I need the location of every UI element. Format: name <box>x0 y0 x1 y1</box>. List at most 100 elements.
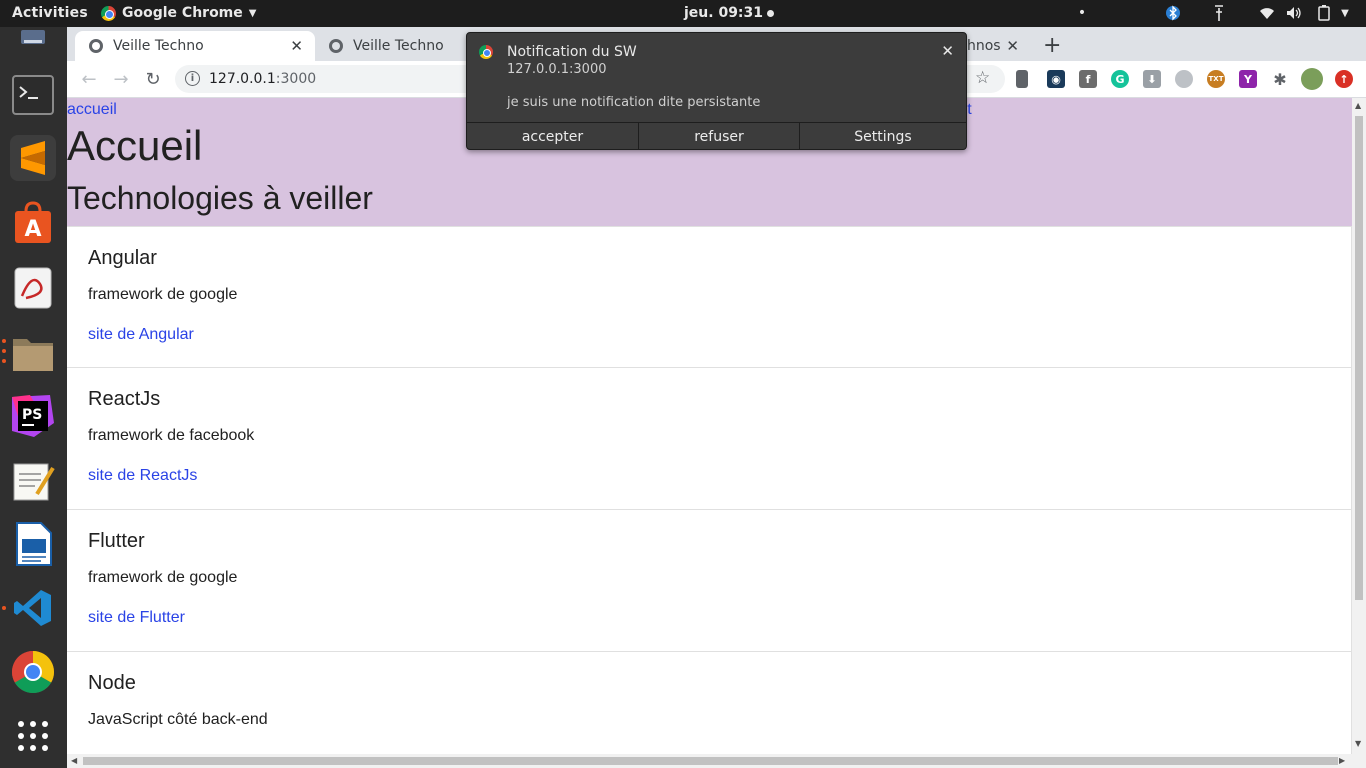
tech-card-list: Angular framework de google site de Angu… <box>67 226 1352 754</box>
refuse-button[interactable]: refuser <box>639 123 800 150</box>
network-antenna-icon[interactable] <box>1210 3 1228 23</box>
globe-icon <box>329 39 343 53</box>
running-indicator <box>2 606 6 610</box>
reload-button[interactable]: ↻ <box>141 67 165 91</box>
new-tab-button[interactable]: + <box>1043 33 1061 58</box>
files-icon[interactable] <box>10 330 56 376</box>
notification-actions: accepter refuser Settings <box>467 122 966 150</box>
app-grid-icon[interactable] <box>10 713 56 759</box>
wifi-icon[interactable] <box>1257 3 1277 23</box>
notification-origin: 127.0.0.1:3000 <box>507 62 607 77</box>
system-menu-chevron-icon[interactable]: ▼ <box>1338 3 1352 23</box>
svg-text:PS: PS <box>22 407 42 423</box>
close-icon[interactable]: ✕ <box>941 42 954 60</box>
card-link[interactable]: site de ReactJs <box>88 467 197 485</box>
clock[interactable]: jeu. 09:31 <box>684 5 775 21</box>
show-desktop-icon[interactable] <box>10 29 56 49</box>
extensions-puzzle-icon[interactable]: ✱ <box>1271 70 1289 89</box>
profile-avatar[interactable] <box>1301 68 1323 90</box>
running-indicator <box>2 359 6 363</box>
card-description: framework de facebook <box>88 427 255 444</box>
reading-list-icon[interactable] <box>1016 70 1028 88</box>
back-button[interactable]: ← <box>77 67 101 91</box>
page-title: Accueil <box>67 122 203 169</box>
text-extension-icon[interactable]: TXT <box>1207 70 1225 88</box>
notification-popup: Notification du SW 127.0.0.1:3000 je sui… <box>466 32 967 150</box>
volume-icon[interactable] <box>1284 3 1304 23</box>
card-title: Flutter <box>88 530 145 552</box>
battery-icon[interactable] <box>1314 3 1334 23</box>
scroll-left-arrow-icon[interactable]: ◀ <box>71 756 77 765</box>
chrome-icon[interactable] <box>10 649 56 695</box>
tab-label: hnos <box>967 38 1001 54</box>
ubuntu-dock: A PS <box>0 27 67 768</box>
download-extension-icon[interactable]: ⬇ <box>1143 70 1161 88</box>
tab-veille-techno-active[interactable]: Veille Techno ✕ <box>75 31 315 61</box>
card-link[interactable]: site de Flutter <box>88 609 185 627</box>
card-description: framework de google <box>88 286 238 303</box>
vertical-scrollbar[interactable]: ▲ ▼ <box>1352 98 1366 754</box>
scroll-down-arrow-icon[interactable]: ▼ <box>1355 739 1361 748</box>
vertical-scroll-thumb[interactable] <box>1355 116 1363 600</box>
phpstorm-icon[interactable]: PS <box>10 393 56 439</box>
horizontal-scroll-thumb[interactable] <box>83 757 1338 765</box>
running-indicator <box>2 349 6 353</box>
running-indicator <box>2 339 6 343</box>
notification-title: Notification du SW <box>507 44 637 60</box>
chrome-icon <box>479 45 493 59</box>
close-tab-icon[interactable]: ✕ <box>290 37 303 55</box>
horizontal-scrollbar[interactable]: ◀ ▶ <box>67 754 1366 768</box>
grammarly-extension-icon[interactable]: G <box>1111 70 1129 88</box>
notification-body: je suis une notification dite persistant… <box>507 95 761 110</box>
activities-button[interactable]: Activities <box>12 5 88 21</box>
vscode-icon[interactable] <box>10 585 56 631</box>
badge-extension-icon[interactable]: Y <box>1239 70 1257 88</box>
chrome-icon <box>101 5 116 21</box>
notification-dot-icon <box>767 9 775 17</box>
tab-label: Veille Techno <box>353 38 444 54</box>
facebook-extension-icon[interactable]: f <box>1079 70 1097 88</box>
tech-card-angular: Angular framework de google site de Angu… <box>67 226 1352 368</box>
url-port: :3000 <box>275 71 317 87</box>
web-page: accueil ntact Accueil Technologies à vei… <box>67 98 1352 754</box>
tech-card-flutter: Flutter framework de google site de Flut… <box>67 510 1352 652</box>
scroll-right-arrow-icon[interactable]: ▶ <box>1339 756 1345 765</box>
card-title: ReactJs <box>88 388 161 410</box>
page-subtitle: Technologies à veiller <box>67 180 373 216</box>
software-center-icon[interactable]: A <box>10 200 56 246</box>
forward-button[interactable]: → <box>109 67 133 91</box>
pdf-reader-icon[interactable] <box>10 265 56 311</box>
settings-button[interactable]: Settings <box>800 123 966 150</box>
tab-partial[interactable]: hnos ✕ <box>967 31 1031 61</box>
tab-label: Veille Techno <box>113 38 204 54</box>
clock-label: jeu. 09:31 <box>684 5 764 21</box>
chevron-down-icon: ▼ <box>248 7 257 19</box>
tech-card-reactjs: ReactJs framework de facebook site de Re… <box>67 368 1352 510</box>
scroll-up-arrow-icon[interactable]: ▲ <box>1355 101 1361 110</box>
url-host: 127.0.0.1 <box>209 71 276 87</box>
bookmark-star-icon[interactable]: ☆ <box>975 68 990 88</box>
app-menu[interactable]: Google Chrome ▼ <box>101 5 256 21</box>
bluetooth-icon[interactable] <box>1164 3 1182 23</box>
card-description: framework de google <box>88 569 238 586</box>
card-link[interactable]: site de Angular <box>88 326 194 344</box>
nav-link-accueil[interactable]: accueil <box>67 101 117 119</box>
terminal-icon[interactable] <box>10 72 56 118</box>
card-title: Node <box>88 672 136 694</box>
close-tab-icon[interactable]: ✕ <box>1006 37 1019 55</box>
text-editor-icon[interactable] <box>10 458 56 504</box>
card-description: JavaScript côté back-end <box>88 711 268 728</box>
url-text: 127.0.0.1:3000 <box>209 71 316 87</box>
app-menu-label: Google Chrome <box>122 5 243 21</box>
accept-button[interactable]: accepter <box>467 123 639 150</box>
card-title: Angular <box>88 247 157 269</box>
site-info-icon[interactable]: i <box>185 71 200 86</box>
sublime-text-icon[interactable] <box>10 135 56 181</box>
writer-icon[interactable] <box>10 521 56 567</box>
globe-extension-icon[interactable] <box>1175 70 1193 88</box>
tech-card-node: Node JavaScript côté back-end <box>67 652 1352 754</box>
update-menu-icon[interactable]: ↑ <box>1335 70 1353 88</box>
eye-extension-icon[interactable]: ◉ <box>1047 70 1065 88</box>
globe-icon <box>89 39 103 53</box>
svg-text:A: A <box>24 217 41 242</box>
